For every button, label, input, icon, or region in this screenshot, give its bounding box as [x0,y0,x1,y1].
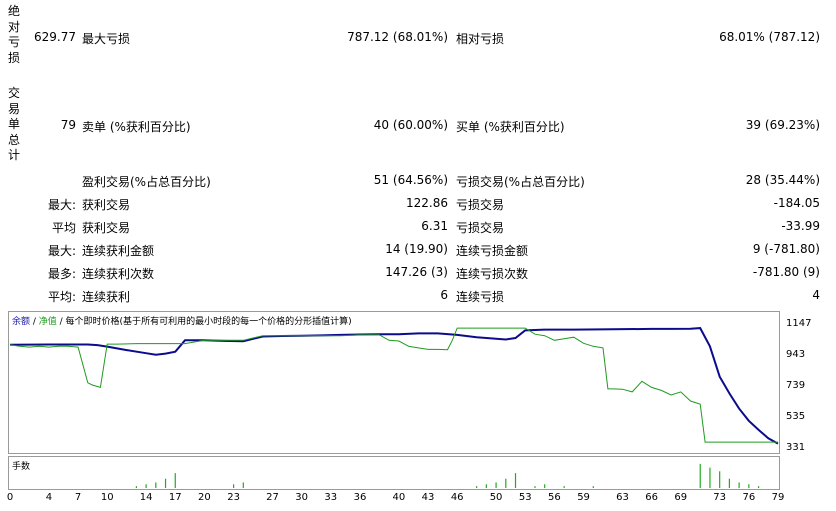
stat-row-left-label: 连续获利金额 [82,244,155,258]
x-tick-label: 43 [421,492,435,503]
x-tick-label: 66 [645,492,658,503]
stat-row-right-value: -184.05 [773,196,820,210]
trades-side-label-text: 交易单总计 [8,86,21,162]
y-tick-label: 331 [786,442,806,453]
short-trades-value: 40 (60.00%) [373,118,448,132]
stat-row-right-label: 连续亏损 [456,290,505,304]
abs-dd-value: 629.77 [34,30,76,44]
x-tick-label: 76 [742,492,756,503]
x-tick-label: 36 [353,492,367,503]
x-tick-label: 14 [139,492,153,503]
x-tick-label: 23 [227,492,240,503]
x-tick-label: 79 [771,492,785,503]
legend-sep: / [30,317,39,327]
x-tick-label: 63 [616,492,629,503]
stat-row-prefix: 最大: [47,198,76,212]
rel-dd-value: 68.01% (787.12) [719,30,820,44]
stat-row-left-label: 获利交易 [82,221,131,235]
stat-row-left-value: 122.86 [406,196,448,210]
profit-trades-value: 51 (64.56%) [373,173,448,187]
stat-row-right-label: 连续亏损金额 [456,244,529,258]
stat-row-left-value: 6 [440,288,448,302]
stat-row-left-label: 连续获利 [82,290,131,304]
x-tick-label: 56 [548,492,561,503]
balance-chart-frame [8,311,780,454]
stat-row-right-label: 亏损交易 [456,221,505,235]
x-tick-label: 4 [45,492,53,503]
x-tick-label: 69 [674,492,688,503]
stat-row-right-value: 9 (-781.80) [752,242,820,256]
stat-row-left-value: 147.26 (3) [385,265,448,279]
loss-trades-value: 28 (35.44%) [745,173,820,187]
x-tick-label: 27 [266,492,279,503]
x-tick-label: 0 [6,492,14,503]
loss-trades-label: 亏损交易(%占总百分比) [456,175,585,189]
x-tick-label: 59 [577,492,590,503]
stat-row-right-value: 4 [812,288,820,302]
stat-row-right-value: -33.99 [781,219,820,233]
stat-row-right-label: 亏损交易 [456,198,505,212]
stat-row-left-value: 14 (19.90) [385,242,448,256]
stat-row-left-label: 连续获利次数 [82,267,155,281]
x-tick-label: 7 [74,492,82,503]
chart-legend: 余额 / 净值 / 每个即时价格(基于所有可利用的最小时段的每一个价格的分形插值… [12,314,352,327]
y-tick-label: 943 [786,349,806,360]
stat-row-right-value: -781.80 (9) [752,265,820,279]
stat-row-right-label: 连续亏损次数 [456,267,529,281]
x-tick-label: 33 [324,492,338,503]
stat-row-prefix: 平均: [47,290,76,304]
y-tick-label: 1147 [786,318,812,329]
x-tick-label: 20 [198,492,211,503]
x-tick-label: 17 [168,492,182,503]
rel-dd-label: 相对亏损 [456,32,505,46]
x-tick-label: 30 [295,492,308,503]
stat-row-prefix: 最大: [47,244,76,258]
trades-side-label: 交易单总计 [8,86,22,164]
legend-description: / 每个即时价格(基于所有可利用的最小时段的每一个价格的分形插值计算) [56,317,352,327]
x-tick-label: 53 [518,492,532,503]
x-tick-label: 40 [392,492,406,503]
y-tick-label: 535 [786,411,806,422]
x-tick-label: 50 [489,492,503,503]
x-tick-label: 10 [100,492,114,503]
short-trades-label: 卖单 (%获利百分比) [82,120,191,134]
volume-chart-frame [8,456,780,490]
abs-dd-side-label-text: 绝对亏损 [8,4,21,65]
stat-row-left-label: 获利交易 [82,198,131,212]
max-dd-label: 最大亏损 [82,32,131,46]
x-tick-label: 73 [713,492,727,503]
legend-balance: 余额 [12,317,31,327]
max-dd-value: 787.12 (68.01%) [347,30,448,44]
trades-total: 79 [60,118,76,132]
abs-dd-side-label: 绝对亏损 [8,4,22,66]
profit-trades-label: 盈利交易(%占总百分比) [82,175,211,189]
y-tick-label: 739 [786,380,806,391]
legend-equity: 净值 [38,317,57,327]
long-trades-value: 39 (69.23%) [745,118,820,132]
stat-row-prefix: 平均 [51,221,76,235]
stat-row-left-value: 6.31 [421,219,448,233]
stat-row-prefix: 最多: [47,267,76,281]
long-trades-label: 买单 (%获利百分比) [456,120,565,134]
x-tick-label: 46 [450,492,464,503]
volume-label: 手数 [12,462,31,472]
